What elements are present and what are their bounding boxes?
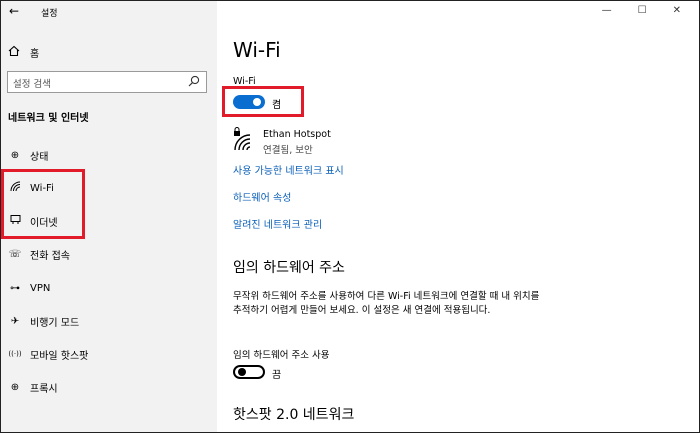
toggle-knob xyxy=(253,98,261,106)
maximize-icon[interactable]: ☐ xyxy=(638,5,647,16)
minimize-icon[interactable]: — xyxy=(602,5,612,16)
hardware-properties-link[interactable]: 하드웨어 속성 xyxy=(233,189,291,204)
wifi-toggle-state: 켬 xyxy=(272,100,282,111)
random-mac-description: 무작위 하드웨어 주소를 사용하여 다른 Wi-Fi 네트워크에 연결할 때 내… xyxy=(233,291,540,316)
globe-icon: ⊕ xyxy=(10,149,20,161)
dialup-icon: ☏ xyxy=(8,248,22,260)
sidebar-item-mobile-hotspot[interactable]: ((·)) 모바일 핫스팟 xyxy=(8,346,88,362)
sidebar-item-dialup[interactable]: ☏ 전화 접속 xyxy=(8,246,70,262)
manage-known-networks-link[interactable]: 알려진 네트워크 관리 xyxy=(233,216,322,231)
random-mac-toggle-state: 끔 xyxy=(272,370,282,381)
sidebar-item-label: VPN xyxy=(30,282,51,294)
sidebar-item-vpn[interactable]: ⊶ VPN xyxy=(8,280,50,296)
home-nav-item[interactable]: 홈 xyxy=(8,44,39,60)
close-icon[interactable]: ✕ xyxy=(673,5,681,16)
section-title: 네트워크 및 인터넷 xyxy=(8,113,89,124)
sidebar-item-label: 전화 접속 xyxy=(30,250,70,262)
random-mac-toggle-label: 임의 하드웨어 주소 사용 xyxy=(233,350,330,361)
show-available-networks-link[interactable]: 사용 가능한 네트워크 표시 xyxy=(233,162,344,177)
random-mac-toggle[interactable] xyxy=(233,365,265,379)
hotspot2-heading: 핫스팟 2.0 네트워크 xyxy=(233,407,355,423)
network-name: Ethan Hotspot xyxy=(263,129,331,140)
highlight-box-sidebar xyxy=(1,169,85,239)
sidebar-item-label: 모바일 핫스팟 xyxy=(30,350,89,362)
sidebar-item-airplane-mode[interactable]: ✈ 비행기 모드 xyxy=(8,313,79,329)
secured-wifi-icon xyxy=(233,127,253,151)
sidebar-item-label: 프록시 xyxy=(30,383,58,395)
search-placeholder: 설정 검색 xyxy=(13,79,51,90)
sidebar-item-label: 상태 xyxy=(30,151,49,163)
main-content: — ☐ ✕ Wi-Fi Wi-Fi 켬 Ethan Hotspot 연결됨, 보… xyxy=(217,1,699,432)
hotspot-icon: ((·)) xyxy=(8,350,22,358)
vpn-icon: ⊶ xyxy=(10,282,20,294)
wifi-toggle-label: Wi-Fi xyxy=(233,76,256,87)
home-icon xyxy=(8,45,24,60)
wifi-toggle[interactable] xyxy=(233,95,265,109)
sidebar-item-proxy[interactable]: ⊕ 프록시 xyxy=(8,379,58,395)
window-controls: — ☐ ✕ xyxy=(602,5,681,16)
home-label: 홈 xyxy=(30,48,40,60)
random-mac-heading: 임의 하드웨어 주소 xyxy=(233,260,345,276)
toggle-knob xyxy=(238,368,246,376)
back-arrow-icon[interactable]: ← xyxy=(9,4,19,18)
titlebar-left: ← 설정 xyxy=(1,1,217,23)
airplane-icon: ✈ xyxy=(10,315,20,327)
connected-network[interactable]: Ethan Hotspot 연결됨, 보안 xyxy=(233,127,453,156)
search-icon[interactable] xyxy=(188,75,200,90)
sidebar-item-label: 비행기 모드 xyxy=(30,317,80,329)
network-status: 연결됨, 보안 xyxy=(263,145,313,156)
sidebar-item-status[interactable]: ⊕ 상태 xyxy=(8,147,49,163)
search-input[interactable]: 설정 검색 xyxy=(7,71,207,93)
page-title: Wi-Fi xyxy=(233,38,281,62)
app-title: 설정 xyxy=(41,9,58,19)
proxy-globe-icon: ⊕ xyxy=(10,381,20,393)
